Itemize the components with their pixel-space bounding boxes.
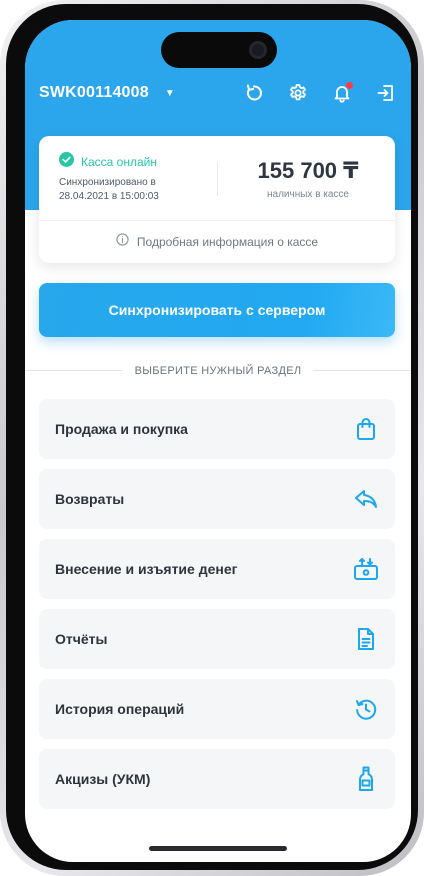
card-divider bbox=[217, 162, 218, 196]
menu-item-label: Акцизы (УКМ) bbox=[55, 771, 151, 787]
bottle-icon bbox=[353, 766, 379, 792]
online-status: Касса онлайн bbox=[59, 152, 157, 172]
history-icon bbox=[353, 696, 379, 722]
menu-item-returns[interactable]: Возвраты bbox=[39, 469, 395, 529]
online-label: Касса онлайн bbox=[81, 155, 157, 169]
top-actions bbox=[243, 82, 397, 104]
top-bar: SWK00114008 ▼ bbox=[39, 78, 397, 108]
sync-server-button[interactable]: Синхронизировать с сервером bbox=[39, 283, 395, 337]
menu-item-reports[interactable]: Отчёты bbox=[39, 609, 395, 669]
menu-item-history[interactable]: История операций bbox=[39, 679, 395, 739]
phone-frame: SWK00114008 ▼ Касса онлайн Синхронизиров… bbox=[0, 0, 424, 876]
device-dropdown-icon[interactable]: ▼ bbox=[165, 88, 175, 99]
sync-label: Синхронизировано в bbox=[59, 177, 156, 188]
home-indicator[interactable] bbox=[149, 846, 287, 851]
cash-info-link[interactable]: Подробная информация о кассе bbox=[39, 220, 395, 263]
section-title: ВЫБЕРИТЕ НУЖНЫЙ РАЗДЕЛ bbox=[122, 365, 314, 377]
menu-item-cash-in-out[interactable]: Внесение и изъятие денег bbox=[39, 539, 395, 599]
device-id[interactable]: SWK00114008 bbox=[39, 84, 149, 102]
refresh-icon[interactable] bbox=[243, 82, 265, 104]
sync-info: Синхронизировано в 28.04.2021 в 15:00:03 bbox=[59, 176, 209, 204]
cash-transfer-icon bbox=[353, 556, 379, 582]
section-heading: ВЫБЕРИТЕ НУЖНЫЙ РАЗДЕЛ bbox=[25, 361, 411, 381]
menu-item-label: Продажа и покупка bbox=[55, 421, 188, 437]
menu-item-label: Отчёты bbox=[55, 631, 108, 647]
report-icon bbox=[353, 626, 379, 652]
menu-item-label: История операций bbox=[55, 701, 185, 717]
gear-icon[interactable] bbox=[287, 82, 309, 104]
shopping-bag-icon bbox=[353, 416, 379, 442]
menu-item-label: Возвраты bbox=[55, 491, 125, 507]
notification-badge bbox=[346, 82, 353, 89]
info-icon bbox=[116, 232, 129, 251]
cash-status-card: Касса онлайн Синхронизировано в 28.04.20… bbox=[39, 136, 395, 263]
check-circle-icon bbox=[59, 152, 74, 172]
sync-time: 28.04.2021 в 15:00:03 bbox=[59, 191, 159, 202]
menu-item-label: Внесение и изъятие денег bbox=[55, 561, 238, 577]
logout-icon[interactable] bbox=[375, 82, 397, 104]
camera-lens bbox=[249, 41, 267, 59]
cash-amount: 155 700 ₸ bbox=[257, 158, 359, 183]
menu-item-sale-purchase[interactable]: Продажа и покупка bbox=[39, 399, 395, 459]
reply-arrow-icon bbox=[353, 486, 379, 512]
info-link-text: Подробная информация о кассе bbox=[136, 234, 319, 249]
bell-icon[interactable] bbox=[331, 82, 353, 104]
cash-label: наличных в кассе bbox=[266, 189, 349, 200]
app-screen: SWK00114008 ▼ Касса онлайн Синхронизиров… bbox=[25, 20, 411, 862]
phone-bezel: SWK00114008 ▼ Касса онлайн Синхронизиров… bbox=[6, 4, 418, 870]
menu-item-excise[interactable]: Акцизы (УКМ) bbox=[39, 749, 395, 809]
